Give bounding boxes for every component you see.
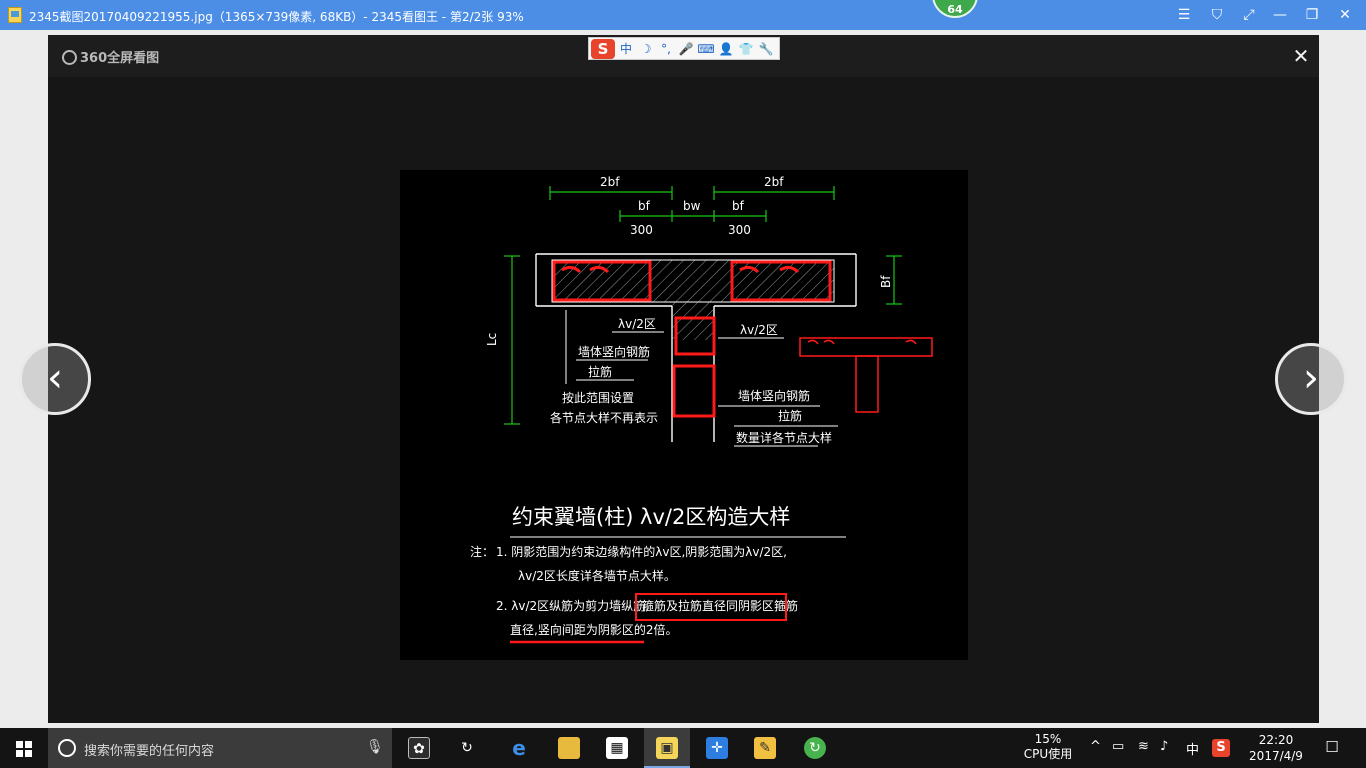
cpu-label: CPU使用 <box>1023 747 1073 761</box>
maximize-button[interactable]: ❐ <box>1300 4 1324 26</box>
key-plan-sketch <box>799 337 933 413</box>
taskbar-image-viewer[interactable]: ▣ <box>644 728 690 768</box>
start-button[interactable] <box>0 728 48 768</box>
label-zone-left: λv/2区 <box>618 317 656 331</box>
store-icon: ▦ <box>606 737 628 759</box>
menu-icon[interactable]: ☰ <box>1172 4 1196 26</box>
app-icon: ✿ <box>408 737 430 759</box>
label-quantity: 数量详各节点大样 <box>736 430 832 445</box>
cpu-percent: 15% <box>1034 732 1062 746</box>
sogou-icon[interactable]: S <box>1212 739 1230 757</box>
ime-chinese-toggle[interactable]: 中 <box>617 40 635 58</box>
windows-logo-icon <box>16 741 23 748</box>
taskbar-app-7[interactable]: ✛ <box>694 728 740 768</box>
cpu-monitor[interactable]: 15% CPU使用 <box>1020 732 1076 762</box>
taskbar-store[interactable]: ▦ <box>594 728 640 768</box>
prev-image-button[interactable]: ‹ <box>19 343 91 415</box>
notepad-icon: ✎ <box>754 737 776 759</box>
user-icon[interactable]: 👤 <box>717 40 735 58</box>
swirl-icon: ↻ <box>461 740 473 756</box>
windows-logo-icon <box>25 741 32 748</box>
note-1-line-1: 1. 阴影范围为约束边缘构件的λv区,阴影范围为λv/2区, <box>496 544 787 559</box>
dim-2bf-right: 2bf <box>764 175 784 189</box>
wrench-icon[interactable]: 🔧 <box>757 40 775 58</box>
close-window-button[interactable]: ✕ <box>1333 4 1357 26</box>
label-tie-left: 拉筋 <box>588 364 612 379</box>
ime-toolbar: S 中 ☽ °, 🎤 ⌨ 👤 👕 🔧 <box>588 37 780 60</box>
note-2-line-2: 直径,竖向间距为阴影区的2倍。 <box>510 622 677 637</box>
taskbar-app-9[interactable]: ↻ <box>792 728 838 768</box>
dim-bw: bw <box>683 199 701 213</box>
viewer-brand: 360全屏看图 <box>62 47 159 66</box>
label-zone-right: λv/2区 <box>740 323 778 337</box>
drawing-heading: 约束翼墙(柱) λv/2区构造大样 <box>512 505 790 529</box>
label-wall-bars-left: 墙体竖向钢筋 <box>578 344 650 359</box>
note-2-line-1b: 箍筋及拉筋直径同阴影区箍筋 <box>642 598 798 613</box>
volume-icon[interactable]: ♪ <box>1160 739 1168 754</box>
minimize-button[interactable]: — <box>1268 4 1292 26</box>
label-tie-right: 拉筋 <box>778 408 802 423</box>
skin-shirt-icon[interactable]: 👕 <box>737 40 755 58</box>
battery-icon[interactable]: ▭ <box>1112 739 1124 754</box>
taskbar-app-1[interactable]: ✿ <box>396 728 442 768</box>
ime-logo-icon[interactable]: S <box>591 39 615 59</box>
taskbar-search[interactable]: 搜索你需要的任何内容 🎙 <box>48 728 392 768</box>
hatched-web <box>672 302 714 340</box>
cad-drawing-image: 2bf 2bf bf bw bf 300 300 Lc Bf λv/2区 λv/… <box>400 170 968 660</box>
clock-time: 22:20 <box>1258 733 1294 747</box>
note-2-line-1a: 2. λv/2区纵筋为剪力墙纵筋, <box>496 598 649 613</box>
app-icon <box>8 7 22 23</box>
dim-bf-right: bf <box>732 199 745 213</box>
note-prefix: 注： <box>470 544 494 559</box>
note-1-line-2: λv/2区长度详各墙节点大样。 <box>518 568 676 583</box>
dim-bf-vertical: Bf <box>879 275 893 288</box>
windows-logo-icon <box>25 750 32 757</box>
brand-label: 360全屏看图 <box>80 51 160 66</box>
label-arrange-1: 按此范围设置 <box>562 391 634 405</box>
fullscreen-icon[interactable]: ⤢ <box>1237 4 1261 26</box>
punctuation-icon[interactable]: °, <box>657 40 675 58</box>
clock-date: 2017/4/9 <box>1249 749 1303 763</box>
taskbar-app-2[interactable]: ↻ <box>444 728 490 768</box>
window-title: 2345截图20170409221955.jpg（1365×739像素, 68K… <box>29 10 524 24</box>
clock[interactable]: 22:20 2017/4/9 <box>1244 732 1308 764</box>
dim-lc: Lc <box>485 333 499 346</box>
browser-360-icon: ↻ <box>804 737 826 759</box>
taskbar-edge[interactable]: e <box>496 728 542 768</box>
dim-bf-left: bf <box>638 199 651 213</box>
notification-icon[interactable]: ☐ <box>1322 738 1342 758</box>
edge-icon: e <box>512 736 526 760</box>
title-bar: 2345截图20170409221955.jpg（1365×739像素, 68K… <box>0 0 1366 30</box>
wifi-icon[interactable]: ≋ <box>1138 739 1149 754</box>
next-image-button[interactable]: › <box>1275 343 1347 415</box>
mic-icon[interactable]: 🎤 <box>677 40 695 58</box>
folder-icon <box>558 737 580 759</box>
tray-expand-icon[interactable]: ^ <box>1090 739 1101 754</box>
search-placeholder: 搜索你需要的任何内容 <box>84 744 215 759</box>
windows-logo-icon <box>16 750 23 757</box>
dim-300-right: 300 <box>728 223 751 237</box>
dim-2bf-left: 2bf <box>600 175 620 189</box>
brand-logo-icon <box>62 50 77 65</box>
label-arrange-2: 各节点大样不再表示 <box>550 410 658 425</box>
dim-300-left: 300 <box>630 223 653 237</box>
score-badge[interactable]: 64 <box>932 0 978 18</box>
image-viewer-icon: ▣ <box>656 737 678 759</box>
cad-drawing-canvas: 2bf 2bf bf bw bf 300 300 Lc Bf λv/2区 λv/… <box>470 175 933 644</box>
close-viewer-button[interactable]: ✕ <box>1290 45 1312 67</box>
keyboard-icon[interactable]: ⌨ <box>697 40 715 58</box>
skin-icon[interactable]: ⛉ <box>1205 4 1229 26</box>
plus-app-icon: ✛ <box>706 737 728 759</box>
taskbar-explorer[interactable] <box>546 728 592 768</box>
cortana-icon <box>58 739 76 757</box>
taskbar-app-8[interactable]: ✎ <box>742 728 788 768</box>
hatched-flange <box>551 259 835 303</box>
taskbar: 搜索你需要的任何内容 🎙 ✿ ↻ e ▦ ▣ ✛ ✎ ↻ 15% CPU使用 ^… <box>0 728 1366 768</box>
mic-icon[interactable]: 🎙 <box>366 739 384 755</box>
moon-icon[interactable]: ☽ <box>637 40 655 58</box>
ime-indicator[interactable]: 中 <box>1186 739 1199 758</box>
label-wall-bars-right: 墙体竖向钢筋 <box>738 388 810 403</box>
